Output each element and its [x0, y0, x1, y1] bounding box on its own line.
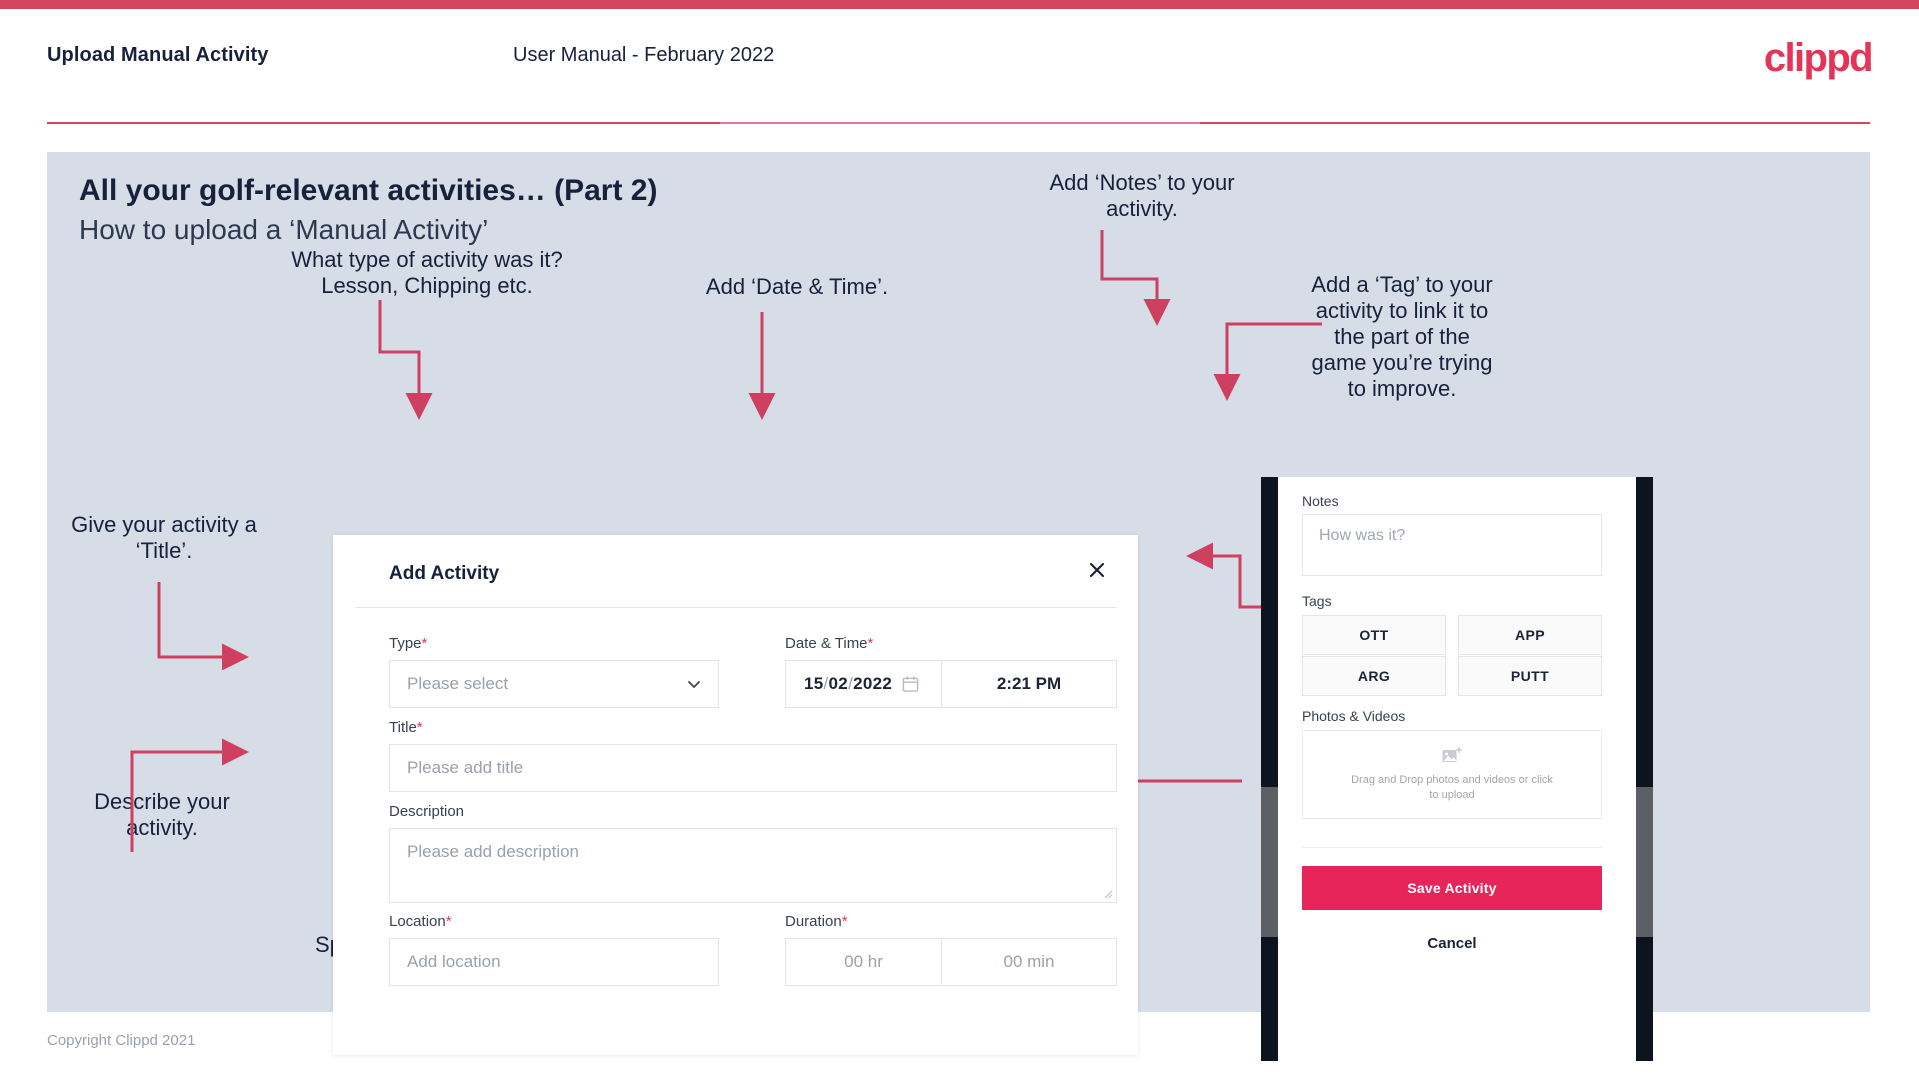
media-dropzone[interactable]: Drag and Drop photos and videos or click…	[1302, 730, 1602, 819]
time-value: 2:21 PM	[996, 674, 1062, 693]
time-input[interactable]: 2:21 PM	[942, 660, 1117, 708]
resize-handle-icon[interactable]	[1104, 890, 1113, 899]
top-accent-bar	[0, 0, 1919, 9]
duration-label-text: Duration	[785, 913, 842, 930]
location-placeholder: Add location	[407, 952, 501, 971]
footer-copyright: Copyright Clippd 2021	[47, 1032, 196, 1049]
tag-label-putt: PUTT	[1510, 668, 1550, 684]
datetime-label: Date & Time*	[785, 635, 873, 652]
description-label-text: Description	[389, 803, 465, 820]
add-image-icon	[1442, 746, 1462, 762]
description-label: Description	[389, 803, 464, 820]
notes-placeholder: How was it?	[1319, 527, 1406, 544]
date-day: 15	[804, 674, 824, 693]
duration-hours-input[interactable]: 00 hr	[785, 938, 942, 986]
tag-label-app: APP	[1515, 627, 1545, 643]
type-select[interactable]: Please select	[389, 660, 719, 708]
date-value: 15/02/2022	[786, 674, 892, 694]
tag-label-ott: OTT	[1359, 627, 1389, 643]
notes-label: Notes	[1302, 493, 1339, 509]
tag-button-putt[interactable]: PUTT	[1458, 656, 1602, 696]
title-label: Title*	[389, 719, 423, 736]
save-activity-button[interactable]: Save Activity	[1302, 866, 1602, 910]
type-label-text: Type	[389, 635, 422, 652]
tags-label: Tags	[1302, 593, 1332, 609]
close-glyph	[1089, 562, 1105, 578]
close-icon[interactable]	[1082, 555, 1112, 585]
tag-button-ott[interactable]: OTT	[1302, 615, 1446, 655]
location-label: Location*	[389, 913, 452, 930]
cancel-button[interactable]: Cancel	[1302, 927, 1602, 959]
phone-bezel-right-bottom	[1636, 937, 1653, 1061]
save-activity-label: Save Activity	[1407, 880, 1497, 896]
chevron-down-icon	[688, 681, 700, 688]
media-label: Photos & Videos	[1302, 708, 1406, 724]
add-activity-dialog: Add Activity Type* Please select Date & …	[333, 535, 1138, 1055]
title-placeholder: Please add title	[407, 758, 524, 777]
location-input[interactable]: Add location	[389, 938, 719, 986]
location-label-text: Location	[389, 913, 446, 930]
phone-bezel-left-top	[1261, 477, 1278, 787]
tag-label-arg: ARG	[1357, 668, 1391, 684]
page-title: Upload Manual Activity	[47, 44, 269, 66]
phone-divider	[1302, 847, 1602, 848]
title-label-text: Title	[389, 719, 417, 736]
dialog-header-divider	[355, 607, 1117, 608]
phone-mockup: Notes How was it? Tags OTT APP ARG PUTT …	[1261, 477, 1653, 1061]
duration-minutes-placeholder: 00 min	[1003, 952, 1055, 971]
date-year: 2022	[853, 674, 893, 693]
phone-bezel-left-bottom	[1261, 937, 1278, 1061]
title-input[interactable]: Please add title	[389, 744, 1117, 792]
title-required-mark: *	[416, 719, 423, 736]
calendar-icon[interactable]	[902, 676, 919, 693]
media-dropzone-text: Drag and Drop photos and videos or click…	[1351, 773, 1553, 801]
cancel-label: Cancel	[1427, 934, 1477, 952]
header-subtitle: User Manual - February 2022	[513, 44, 775, 66]
duration-minutes-input[interactable]: 00 min	[942, 938, 1117, 986]
date-input[interactable]: 15/02/2022	[785, 660, 942, 708]
description-textarea[interactable]: Please add description	[389, 828, 1117, 903]
tag-button-arg[interactable]: ARG	[1302, 656, 1446, 696]
phone-bezel-right-top	[1636, 477, 1653, 787]
location-required-mark: *	[445, 913, 452, 930]
header-divider-soft	[720, 122, 1200, 124]
type-required-mark: *	[421, 635, 428, 652]
dialog-title: Add Activity	[389, 563, 500, 584]
notes-textarea[interactable]: How was it?	[1302, 514, 1602, 576]
duration-label: Duration*	[785, 913, 848, 930]
tag-button-app[interactable]: APP	[1458, 615, 1602, 655]
clippd-logo: clippd	[1763, 36, 1874, 80]
duration-hours-placeholder: 00 hr	[844, 952, 883, 971]
description-placeholder: Please add description	[407, 842, 580, 861]
type-placeholder: Please select	[407, 674, 509, 693]
slide-canvas: All your golf-relevant activities… (Part…	[47, 152, 1870, 1061]
date-month: 02	[828, 674, 849, 693]
duration-required-mark: *	[841, 913, 848, 930]
phone-bezel-left-mid	[1261, 787, 1278, 937]
datetime-label-text: Date & Time	[785, 635, 868, 652]
type-label: Type*	[389, 635, 427, 652]
datetime-required-mark: *	[867, 635, 874, 652]
phone-bezel-right-mid	[1636, 787, 1653, 937]
phone-screen: Notes How was it? Tags OTT APP ARG PUTT …	[1278, 477, 1636, 1061]
